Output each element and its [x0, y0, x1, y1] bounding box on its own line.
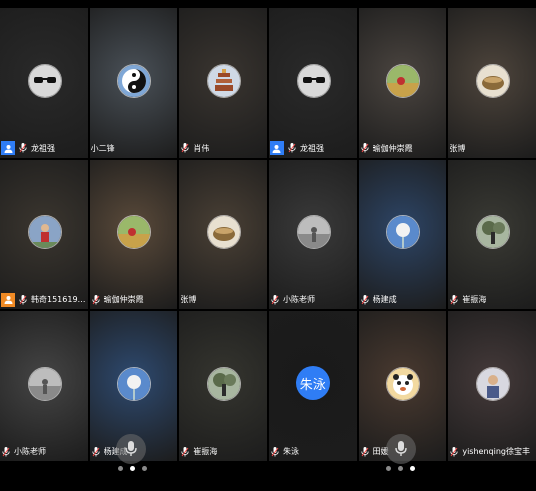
participant-label: 瑜伽仲崇霞: [360, 141, 413, 156]
participant-tile[interactable]: yishenqing徐宝丰: [448, 311, 536, 461]
page-dot[interactable]: [118, 466, 123, 471]
muted-mic-icon: [449, 446, 459, 458]
participant-name: 小陈老师: [282, 295, 315, 305]
participant-label: 崔振海: [180, 444, 217, 459]
participant-name: 朱泳: [282, 447, 299, 456]
muted-mic-icon: [91, 294, 101, 306]
pagoda-avatar: [207, 63, 242, 98]
participant-name: 杨建成: [372, 295, 397, 305]
muted-mic-icon: [180, 142, 190, 154]
participant-name: 瑜伽仲崇霞: [372, 143, 413, 153]
participant-tile[interactable]: 小二锋: [89, 8, 178, 158]
participant-label: 朱泳: [270, 444, 299, 459]
tree-avatar: [207, 367, 242, 402]
participant-tile[interactable]: 肖伟: [179, 8, 267, 158]
participant-label: 小二锋: [91, 141, 115, 156]
participant-label: 龙祖强: [1, 141, 55, 156]
participant-name: 小二锋: [90, 143, 115, 153]
bowl-avatar: [476, 63, 511, 98]
muted-mic-icon: [287, 142, 297, 154]
participant-label: 田媛: [360, 444, 389, 459]
participant-name: 龙祖强: [31, 143, 55, 153]
text-avatar: 朱泳: [295, 366, 330, 401]
cohost-person-icon: [1, 292, 15, 307]
page-indicator-right[interactable]: [386, 466, 415, 471]
participant-tile[interactable]: 龙祖强: [268, 8, 357, 158]
participant-label: yishenqing徐宝丰: [449, 444, 530, 459]
participant-label: 张博: [180, 292, 196, 307]
participant-name: 崔振海: [462, 295, 487, 305]
page-dot[interactable]: [398, 466, 403, 471]
participant-tile[interactable]: 张博: [179, 159, 267, 310]
page-dot[interactable]: [130, 466, 135, 471]
muted-mic-icon: [360, 446, 370, 458]
field-avatar: [117, 215, 152, 250]
participant-label: 崔振海: [449, 292, 486, 307]
page-indicator-left[interactable]: [118, 466, 147, 471]
participant-tile[interactable]: 朱泳 朱泳: [268, 311, 357, 461]
dandelion-avatar: [117, 367, 152, 402]
muted-mic-icon: [270, 294, 280, 306]
participant-label: 肖伟: [180, 141, 209, 156]
cartoon-avatar: [386, 367, 421, 402]
person-avatar: [27, 215, 62, 250]
host-person-icon: [1, 141, 15, 156]
participant-name: 瑜伽仲崇霞: [103, 295, 144, 305]
microphone-icon: [395, 441, 407, 456]
participant-tile[interactable]: 崔振海: [448, 159, 536, 310]
host-person-icon: [269, 141, 284, 156]
mic-button-right[interactable]: [386, 434, 416, 464]
participant-name: 张博: [180, 295, 197, 305]
dandelion-avatar: [386, 215, 421, 250]
video-grid: 龙祖强 小二锋 肖伟 龙祖强 瑜伽仲崇霞 张博 韩奇1516199... 瑜伽仲崇霞 张博 小陈老…: [0, 8, 536, 461]
sunglasses-avatar: [296, 63, 331, 98]
muted-mic-icon: [1, 446, 11, 458]
participant-label: 小陈老师: [1, 444, 46, 459]
participant-label: 杨建成: [360, 292, 397, 307]
page-dot[interactable]: [142, 466, 147, 471]
participant-name: 韩奇1516199...: [31, 295, 87, 305]
participant-tile[interactable]: 崔振海: [179, 311, 267, 461]
muted-mic-icon: [360, 294, 370, 306]
muted-mic-icon: [360, 142, 370, 154]
participant-tile[interactable]: 杨建成: [358, 159, 447, 310]
participant-tile[interactable]: 韩奇1516199...: [0, 159, 88, 310]
participant-name: 张博: [449, 143, 466, 153]
participant-tile[interactable]: 龙祖强: [0, 8, 88, 158]
gray-photo-avatar: [27, 367, 62, 402]
bowl-avatar: [207, 215, 242, 250]
sunglasses-avatar: [27, 63, 62, 98]
participant-name: 肖伟: [193, 143, 210, 153]
participant-name: 龙祖强: [299, 143, 324, 153]
page-dot[interactable]: [386, 466, 391, 471]
microphone-icon: [125, 441, 137, 456]
portrait-avatar: [476, 367, 511, 402]
muted-mic-icon: [18, 142, 28, 154]
participant-tile[interactable]: 小陈老师: [268, 159, 357, 310]
participant-label: 韩奇1516199...: [1, 292, 87, 307]
yin-yang-avatar: [117, 63, 152, 98]
gray-photo-avatar: [296, 215, 331, 250]
tree-avatar: [476, 215, 511, 250]
participant-name: 小陈老师: [14, 447, 46, 456]
muted-mic-icon: [180, 446, 190, 458]
page-dot[interactable]: [410, 466, 415, 471]
participant-label: 小陈老师: [270, 292, 315, 307]
mic-button-left[interactable]: [116, 434, 146, 464]
participant-tile[interactable]: 张博: [448, 8, 536, 158]
muted-mic-icon: [18, 294, 28, 306]
participant-tile[interactable]: 瑜伽仲崇霞: [358, 8, 447, 158]
participant-label: 瑜伽仲崇霞: [91, 292, 144, 307]
participant-tile[interactable]: 瑜伽仲崇霞: [89, 159, 178, 310]
muted-mic-icon: [270, 446, 280, 458]
field-avatar: [386, 63, 421, 98]
participant-label: 张博: [449, 141, 465, 156]
participant-label: 龙祖强: [269, 141, 324, 156]
muted-mic-icon: [91, 446, 101, 458]
participant-tile[interactable]: 小陈老师: [0, 311, 88, 461]
muted-mic-icon: [449, 294, 459, 306]
participant-name: 崔振海: [193, 447, 218, 456]
participant-name: yishenqing徐宝丰: [462, 447, 530, 456]
